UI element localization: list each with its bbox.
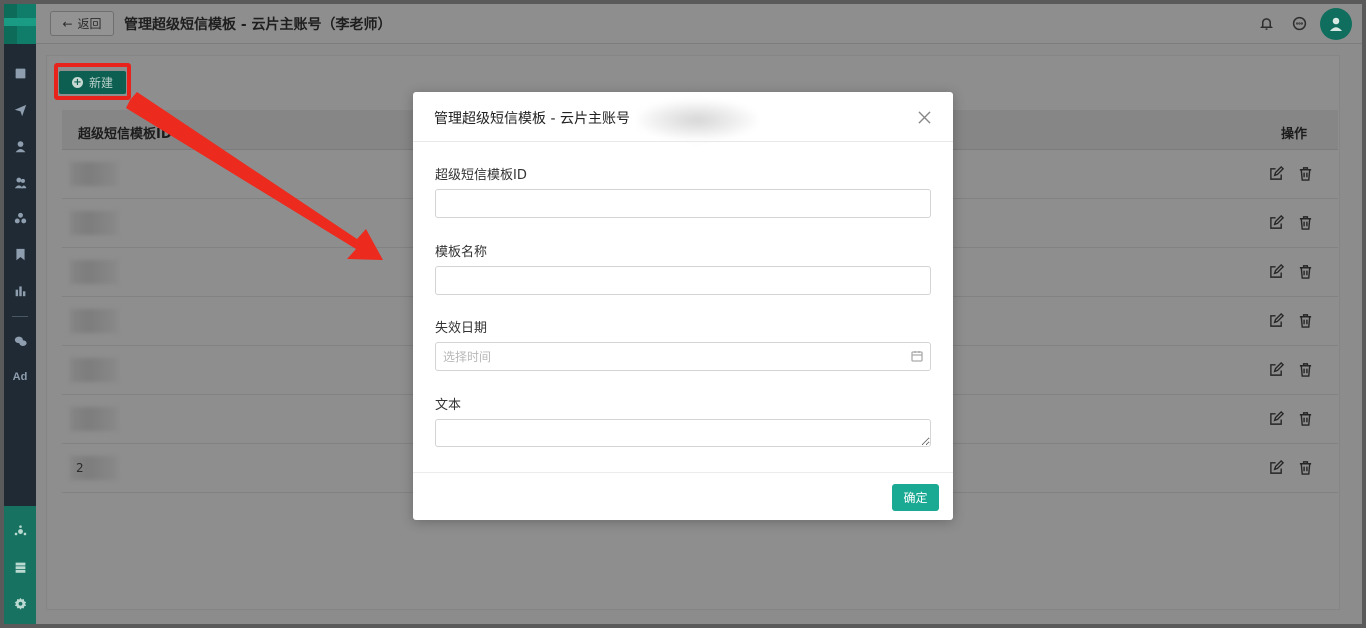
redacted-cell xyxy=(70,211,118,235)
bell-icon[interactable] xyxy=(1257,14,1275,32)
bookmark-icon[interactable] xyxy=(4,243,36,265)
delete-icon[interactable] xyxy=(1298,411,1313,426)
delete-icon[interactable] xyxy=(1298,215,1313,230)
redacted-cell xyxy=(70,309,118,333)
page-title: 管理超级短信模板 - 云片主账号（李老师） xyxy=(124,17,392,33)
confirm-button[interactable]: 确定 xyxy=(892,484,939,511)
ad-icon[interactable]: Ad xyxy=(4,366,36,388)
redacted-cell xyxy=(70,260,118,284)
edit-icon[interactable] xyxy=(1269,312,1285,328)
group-icon[interactable] xyxy=(4,207,36,229)
redacted-cell xyxy=(70,162,118,186)
column-actions: 操作 xyxy=(1281,127,1308,142)
topbar: ← 返回 管理超级短信模板 - 云片主账号（李老师） xyxy=(36,4,1362,44)
modal-header: 管理超级短信模板 - 云片主账号 xyxy=(413,92,953,142)
template-id-input[interactable] xyxy=(435,189,931,218)
redacted-cell xyxy=(70,358,118,382)
delete-icon[interactable] xyxy=(1298,264,1313,279)
user-icon[interactable] xyxy=(4,135,36,157)
template-modal: 管理超级短信模板 - 云片主账号 超级短信模板ID 模板名称 失效日期 文本 确… xyxy=(413,92,953,520)
expire-date-label: 失效日期 xyxy=(435,321,488,336)
template-name-label: 模板名称 xyxy=(435,245,488,260)
delete-icon[interactable] xyxy=(1298,313,1313,328)
delete-icon[interactable] xyxy=(1298,362,1313,377)
message-icon[interactable] xyxy=(1290,14,1308,32)
modal-title: 管理超级短信模板 - 云片主账号 xyxy=(434,111,630,127)
plus-circle-icon: + xyxy=(71,77,83,88)
send-icon[interactable] xyxy=(4,99,36,121)
edit-icon[interactable] xyxy=(1269,214,1285,230)
delete-icon[interactable] xyxy=(1298,166,1313,181)
edit-icon[interactable] xyxy=(1269,410,1285,426)
new-button[interactable]: + 新建 xyxy=(59,71,126,94)
sidebar-bottom xyxy=(4,506,36,624)
delete-icon[interactable] xyxy=(1298,460,1313,475)
column-template-id: 超级短信模板ID xyxy=(78,127,172,142)
close-icon[interactable] xyxy=(915,108,933,126)
redacted-cell xyxy=(70,407,118,431)
edit-icon[interactable] xyxy=(1269,263,1285,279)
arrow-left-icon: ← xyxy=(62,16,73,31)
new-label: 新建 xyxy=(88,76,113,90)
template-id-label: 超级短信模板ID xyxy=(435,168,527,183)
template-id-cell: 2 xyxy=(76,461,84,475)
back-label: 返回 xyxy=(77,17,102,31)
settings-icon[interactable] xyxy=(4,592,36,614)
modal-footer: 确定 xyxy=(413,472,953,520)
redacted-area xyxy=(637,100,757,140)
expire-date-picker[interactable] xyxy=(435,342,931,371)
hub-icon[interactable] xyxy=(4,520,36,542)
edit-icon[interactable] xyxy=(1269,459,1285,475)
calendar-icon[interactable] xyxy=(911,350,923,362)
user-avatar-icon xyxy=(1330,17,1342,31)
logo xyxy=(4,4,36,44)
wechat-icon[interactable] xyxy=(4,330,36,352)
chart-icon[interactable] xyxy=(4,279,36,301)
text-label: 文本 xyxy=(435,398,462,413)
doc-icon[interactable] xyxy=(4,62,36,84)
template-name-input[interactable] xyxy=(435,266,931,295)
users-icon[interactable] xyxy=(4,171,36,193)
edit-icon[interactable] xyxy=(1269,361,1285,377)
back-button[interactable]: ← 返回 xyxy=(50,11,114,36)
sidebar: Ad xyxy=(4,4,36,624)
avatar[interactable] xyxy=(1320,8,1352,40)
edit-icon[interactable] xyxy=(1269,165,1285,181)
text-textarea[interactable] xyxy=(435,419,931,447)
server-icon[interactable] xyxy=(4,556,36,578)
